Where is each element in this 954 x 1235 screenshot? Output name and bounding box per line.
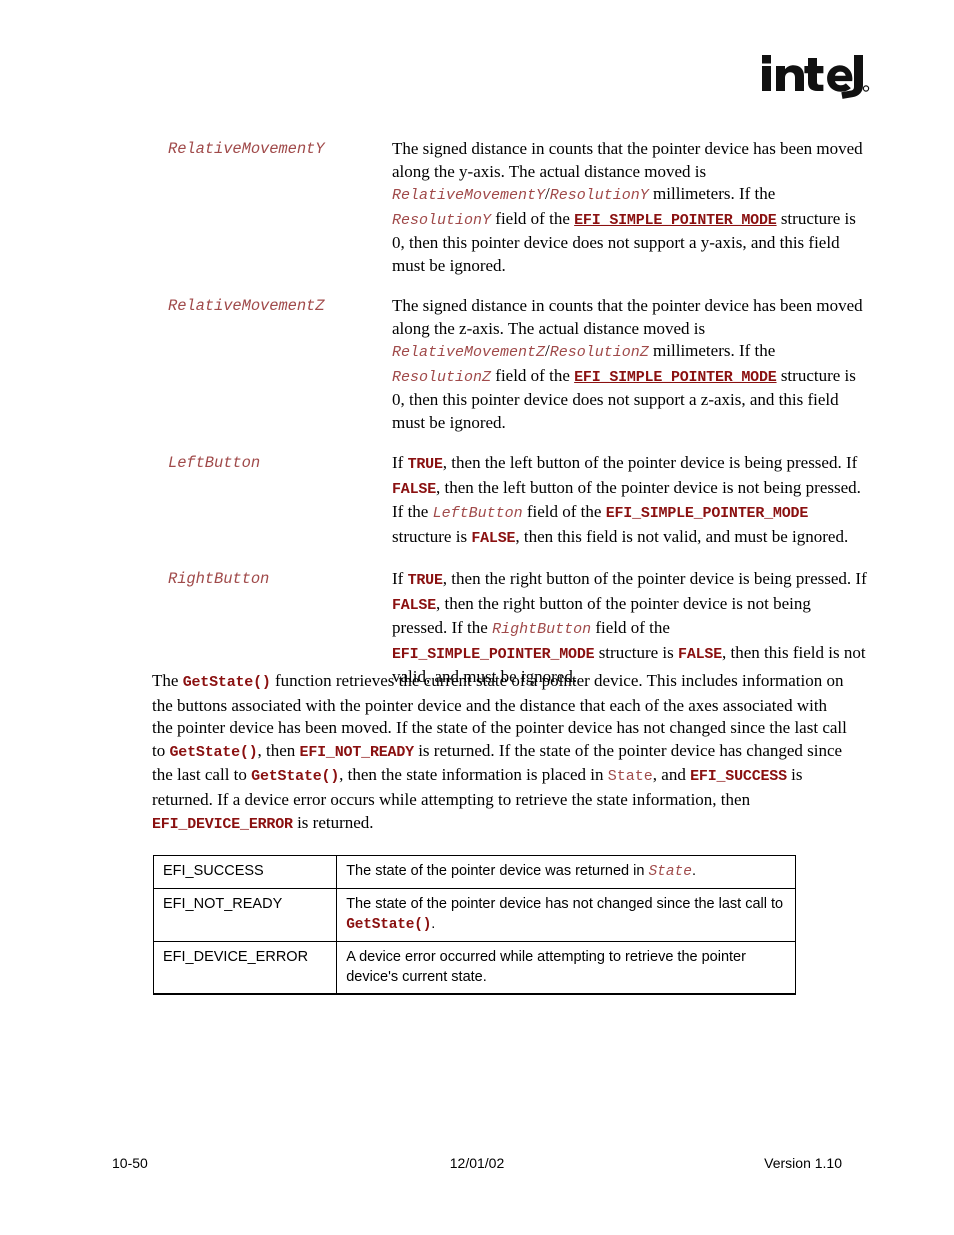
definition-description: The signed distance in counts that the p… (392, 296, 863, 432)
table-row: EFI_SUCCESS The state of the pointer dev… (152, 855, 796, 889)
code-xref-link[interactable]: EFI_SIMPLE_POINTER_MODE (574, 212, 777, 229)
page-footer: 10-50 12/01/02 Version 1.10 (0, 1155, 954, 1177)
code-token: GetState() (251, 768, 340, 786)
definition-row: LeftButton If TRUE, then the left button… (168, 452, 868, 550)
code-token: FALSE (471, 529, 516, 547)
footer-version: Version 1.10 (764, 1155, 842, 1171)
code-token: GetState() (182, 674, 271, 691)
code-token: TRUE (407, 456, 443, 473)
definition-term: RelativeMovementY (168, 140, 325, 158)
definition-term: RightButton (168, 570, 270, 588)
status-code-description: A device error occurred while attempting… (336, 941, 796, 995)
code-token: LeftButton (432, 505, 523, 522)
code-token: ResolutionZ (549, 344, 649, 361)
intel-logo (760, 52, 870, 104)
code-xref-link[interactable]: EFI_SIMPLE_POINTER_MODE (574, 369, 777, 386)
code-token: FALSE (678, 645, 723, 663)
table-row: EFI_NOT_READY The state of the pointer d… (152, 888, 796, 942)
description-paragraph: The GetState() function retrieves the cu… (152, 671, 847, 833)
code-token: FALSE (392, 596, 437, 614)
definition-term: RelativeMovementZ (168, 297, 325, 315)
definition-row: RelativeMovementZ The signed distance in… (168, 295, 868, 434)
code-token: EFI_SUCCESS (690, 768, 787, 786)
definition-row: RelativeMovementY The signed distance in… (168, 138, 868, 277)
code-token: GetState() (346, 917, 432, 933)
definition-description: If TRUE, then the left button of the poi… (392, 453, 861, 547)
code-token: ResolutionZ (392, 368, 492, 386)
code-token: EFI_NOT_READY (299, 743, 415, 761)
status-code-description: The state of the pointer device was retu… (336, 855, 796, 889)
status-code-table: EFI_SUCCESS The state of the pointer dev… (152, 855, 796, 995)
code-token: EFI_DEVICE_ERROR (152, 815, 293, 833)
code-token: GetState() (169, 743, 258, 761)
status-code-description: The state of the pointer device has not … (336, 888, 796, 942)
code-token: RightButton (492, 621, 592, 638)
definition-term: LeftButton (168, 454, 261, 472)
status-code-name: EFI_NOT_READY (152, 888, 338, 942)
code-token: FALSE (392, 480, 437, 498)
code-token: EFI_SIMPLE_POINTER_MODE (605, 505, 809, 522)
document-page: RelativeMovementY The signed distance in… (0, 0, 954, 1235)
code-token: State (607, 768, 653, 786)
code-token: RelativeMovementY (392, 187, 546, 204)
status-code-name: EFI_DEVICE_ERROR (152, 941, 338, 995)
table-row: EFI_DEVICE_ERROR A device error occurred… (152, 941, 796, 995)
field-definition-list: RelativeMovementY The signed distance in… (168, 138, 868, 689)
code-token: ResolutionY (392, 211, 492, 229)
code-token: ResolutionY (549, 187, 649, 204)
definition-description: The signed distance in counts that the p… (392, 139, 863, 275)
status-code-table-body: EFI_SUCCESS The state of the pointer dev… (152, 855, 796, 995)
code-token: RelativeMovementZ (392, 344, 546, 361)
code-token: State (648, 864, 692, 880)
status-code-name: EFI_SUCCESS (152, 855, 338, 889)
code-token: EFI_SIMPLE_POINTER_MODE (392, 645, 595, 663)
code-token: TRUE (407, 572, 443, 589)
